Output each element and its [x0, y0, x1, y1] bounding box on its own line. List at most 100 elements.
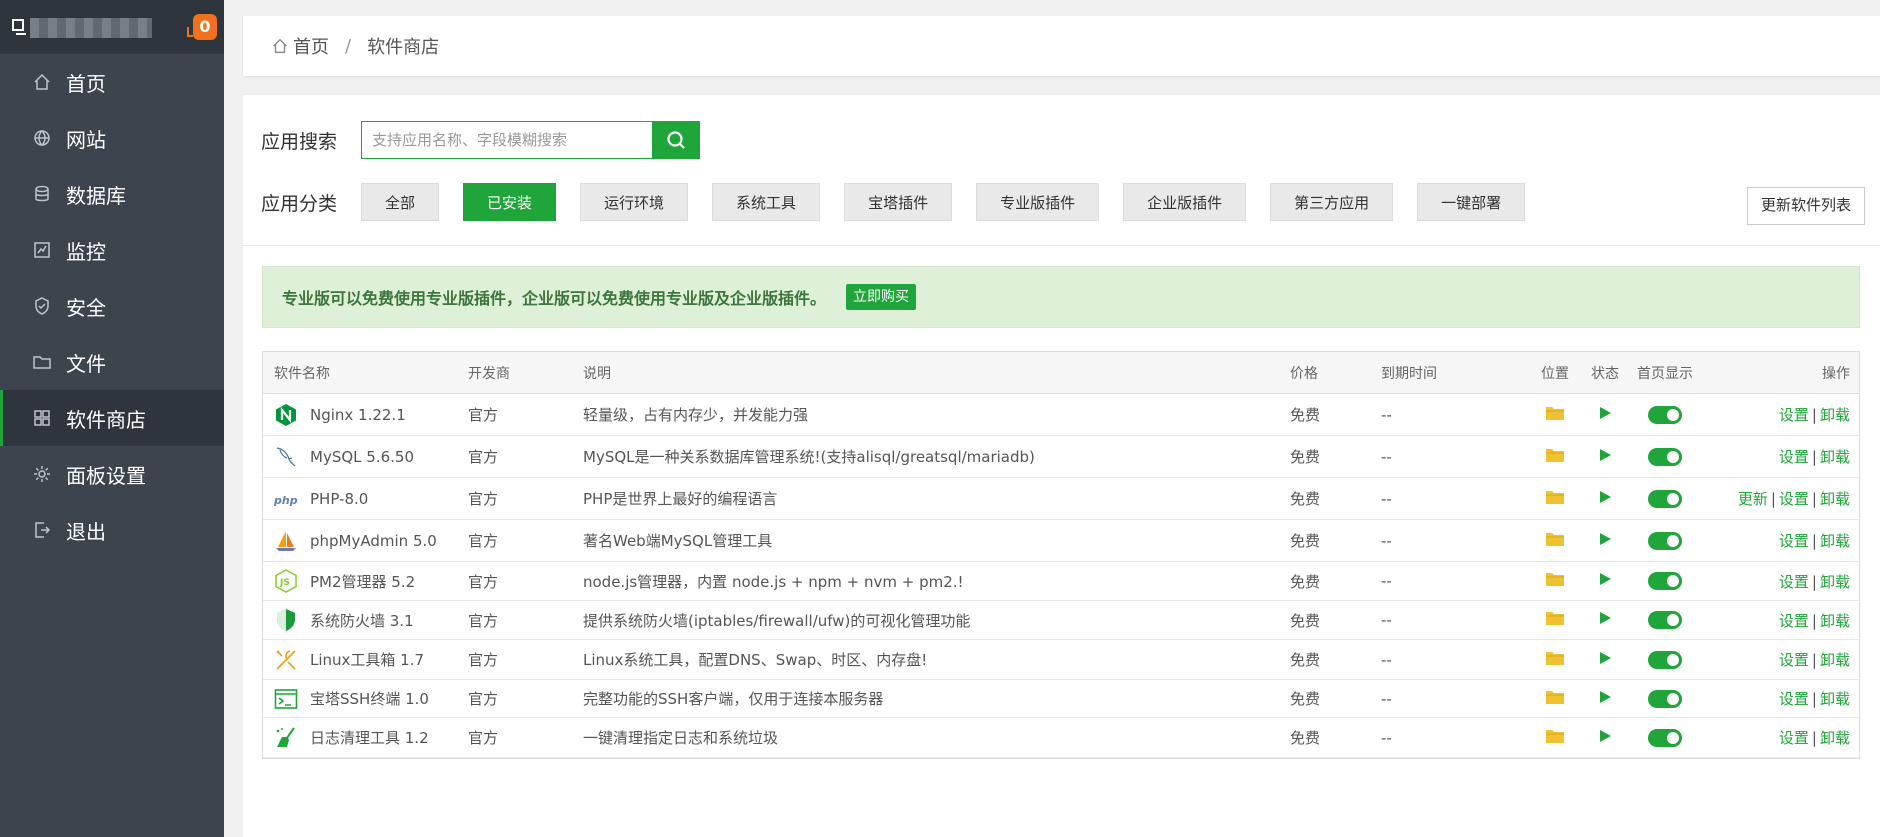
- play-icon[interactable]: [1598, 572, 1612, 590]
- home-display-toggle[interactable]: [1648, 447, 1682, 466]
- open-folder-icon[interactable]: [1545, 571, 1565, 591]
- sidebar-item-website[interactable]: 网站: [0, 110, 224, 166]
- tab-installed[interactable]: 已安装: [463, 183, 557, 221]
- settings-link[interactable]: 设置: [1779, 612, 1809, 630]
- sidebar-item-security[interactable]: 安全: [0, 278, 224, 334]
- cell-expire: --: [1381, 531, 1392, 550]
- settings-link[interactable]: 设置: [1779, 448, 1809, 466]
- cell-home-display: [1630, 728, 1700, 747]
- settings-link[interactable]: 设置: [1779, 490, 1809, 508]
- tab-one-click-deploy[interactable]: 一键部署: [1417, 183, 1526, 221]
- open-folder-icon[interactable]: [1545, 405, 1565, 425]
- home-display-toggle[interactable]: [1648, 689, 1682, 708]
- home-display-toggle[interactable]: [1648, 489, 1682, 508]
- cell-developer: 官方: [468, 532, 499, 550]
- svg-text:php: php: [274, 494, 298, 507]
- play-icon[interactable]: [1598, 729, 1612, 747]
- php-icon: php: [274, 487, 298, 511]
- update-link[interactable]: 更新: [1738, 490, 1768, 508]
- cell-status: [1580, 651, 1630, 669]
- search-button[interactable]: [652, 121, 700, 159]
- sidebar-item-logout[interactable]: 退出: [0, 502, 224, 558]
- search-input[interactable]: [361, 121, 652, 159]
- home-display-toggle[interactable]: [1648, 405, 1682, 424]
- tab-bt-plugins[interactable]: 宝塔插件: [844, 183, 953, 221]
- sidebar-header: 0: [0, 0, 224, 54]
- settings-link[interactable]: 设置: [1779, 532, 1809, 550]
- table-body: Nginx 1.22.1 官方 轻量级，占有内存少，并发能力强 免费 -- 设置 | 卸载 My…: [263, 394, 1859, 758]
- search-label: 应用搜索: [261, 130, 338, 153]
- ops-separator: |: [1811, 690, 1817, 708]
- cell-location: [1530, 489, 1580, 509]
- settings-link[interactable]: 设置: [1779, 406, 1809, 424]
- open-folder-icon[interactable]: [1545, 650, 1565, 670]
- grid-icon: [32, 408, 52, 428]
- notification-badge[interactable]: 0: [193, 14, 217, 40]
- cell-expire: --: [1381, 689, 1392, 708]
- tab-system-tools[interactable]: 系统工具: [712, 183, 821, 221]
- cell-expire: --: [1381, 572, 1392, 590]
- cell-location: [1530, 650, 1580, 670]
- settings-link[interactable]: 设置: [1779, 729, 1809, 747]
- home-display-toggle[interactable]: [1648, 650, 1682, 669]
- tab-enterprise-plugins[interactable]: 企业版插件: [1123, 183, 1247, 221]
- sidebar-item-home[interactable]: 首页: [0, 54, 224, 110]
- uninstall-link[interactable]: 卸载: [1820, 690, 1850, 708]
- tab-pro-plugins[interactable]: 专业版插件: [976, 183, 1100, 221]
- uninstall-link[interactable]: 卸载: [1820, 532, 1850, 550]
- breadcrumb-home[interactable]: 首页: [293, 33, 329, 59]
- open-folder-icon[interactable]: [1545, 689, 1565, 709]
- hostname-blurred: [30, 18, 152, 38]
- open-folder-icon[interactable]: [1545, 728, 1565, 748]
- settings-link[interactable]: 设置: [1779, 651, 1809, 669]
- uninstall-link[interactable]: 卸载: [1820, 490, 1850, 508]
- play-icon[interactable]: [1598, 532, 1612, 550]
- open-folder-icon[interactable]: [1545, 610, 1565, 630]
- open-folder-icon[interactable]: [1545, 531, 1565, 551]
- sidebar-item-monitor[interactable]: 监控: [0, 222, 224, 278]
- play-icon[interactable]: [1598, 490, 1612, 508]
- play-icon[interactable]: [1598, 611, 1612, 629]
- uninstall-link[interactable]: 卸载: [1820, 406, 1850, 424]
- settings-link[interactable]: 设置: [1779, 690, 1809, 708]
- sidebar-item-panel-settings[interactable]: 面板设置: [0, 446, 224, 502]
- tab-all[interactable]: 全部: [361, 183, 440, 221]
- cell-location: [1530, 571, 1580, 591]
- uninstall-link[interactable]: 卸载: [1820, 729, 1850, 747]
- sidebar-item-database[interactable]: 数据库: [0, 166, 224, 222]
- cell-status: [1580, 572, 1630, 590]
- open-folder-icon[interactable]: [1545, 489, 1565, 509]
- open-folder-icon[interactable]: [1545, 447, 1565, 467]
- buy-now-button[interactable]: 立即购买: [846, 284, 917, 310]
- home-display-toggle[interactable]: [1648, 531, 1682, 550]
- table-row: JS PM2管理器 5.2 官方 node.js管理器，内置 node.js + np…: [263, 562, 1859, 601]
- cell-location: [1530, 447, 1580, 467]
- play-icon[interactable]: [1598, 651, 1612, 669]
- home-icon: [32, 72, 52, 92]
- ops-separator: |: [1770, 490, 1776, 508]
- uninstall-link[interactable]: 卸载: [1820, 612, 1850, 630]
- sidebar-item-files[interactable]: 文件: [0, 334, 224, 390]
- play-icon[interactable]: [1598, 690, 1612, 708]
- table-row: phpMyAdmin 5.0 官方 著名Web端MySQL管理工具 免费 -- 设置 | 卸载: [263, 520, 1859, 562]
- folder-icon: [32, 352, 52, 372]
- cell-name: phpMyAdmin 5.0: [263, 529, 468, 553]
- cell-price: 免费: [1290, 690, 1321, 708]
- uninstall-link[interactable]: 卸载: [1820, 448, 1850, 466]
- nodejs-icon: JS: [274, 569, 298, 593]
- play-icon[interactable]: [1598, 448, 1612, 466]
- app-name: PM2管理器 5.2: [310, 572, 416, 591]
- settings-link[interactable]: 设置: [1779, 573, 1809, 591]
- uninstall-link[interactable]: 卸载: [1820, 573, 1850, 591]
- cell-developer: 官方: [468, 729, 499, 747]
- table-row: Linux工具箱 1.7 官方 Linux系统工具，配置DNS、Swap、时区、内存…: [263, 640, 1859, 680]
- home-display-toggle[interactable]: [1648, 728, 1682, 747]
- home-display-toggle[interactable]: [1648, 611, 1682, 629]
- tab-third-party[interactable]: 第三方应用: [1270, 183, 1394, 221]
- sidebar-item-software-store[interactable]: 软件商店: [0, 390, 224, 446]
- tab-runtime[interactable]: 运行环境: [580, 183, 689, 221]
- play-icon[interactable]: [1598, 406, 1612, 424]
- update-software-list-button[interactable]: 更新软件列表: [1746, 187, 1865, 225]
- uninstall-link[interactable]: 卸载: [1820, 651, 1850, 669]
- home-display-toggle[interactable]: [1648, 572, 1682, 590]
